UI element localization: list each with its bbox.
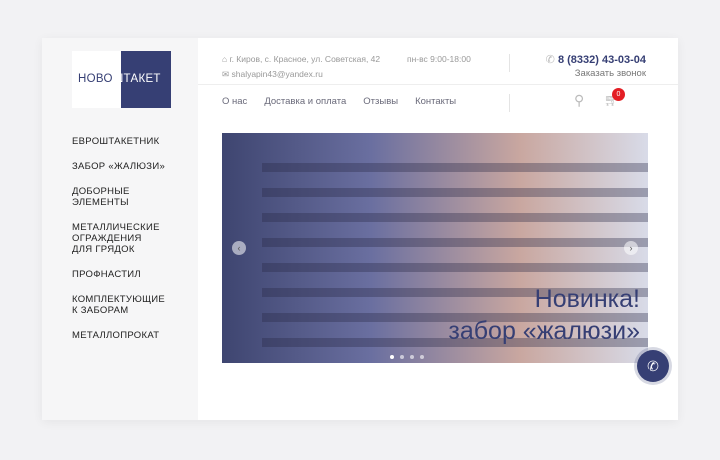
- next-arrow-icon[interactable]: ›: [624, 241, 638, 255]
- divider: [198, 84, 678, 85]
- slide-caption: Новинка! забор «жалюзи»: [448, 283, 640, 347]
- location-icon: ⌂: [222, 54, 230, 64]
- nav-reviews[interactable]: Отзывы: [363, 96, 398, 107]
- divider: [509, 94, 510, 112]
- menu-item[interactable]: Евроштакетник: [72, 136, 182, 147]
- slide-dot[interactable]: [420, 355, 424, 359]
- logo-text-2: ШТАКЕТ: [112, 73, 161, 85]
- menu-item[interactable]: Профнастил: [72, 269, 182, 280]
- menu-item[interactable]: Доборные элементы: [72, 186, 142, 208]
- nav-contacts[interactable]: Контакты: [415, 96, 456, 107]
- top-nav: О нас Доставка и оплата Отзывы Контакты: [222, 96, 473, 107]
- slide-dot[interactable]: [390, 355, 394, 359]
- address-text: г. Киров, с. Красное, ул. Советская, 42: [229, 54, 381, 64]
- callback-phone-button[interactable]: ✆: [637, 350, 669, 382]
- menu-item[interactable]: Металлопрокат: [72, 330, 182, 341]
- email-text[interactable]: shalyapin43@yandex.ru: [231, 69, 322, 79]
- category-menu: Евроштакетник Забор «жалюзи» Доборные эл…: [72, 136, 182, 355]
- menu-item[interactable]: Металлические ограждения для грядок: [72, 222, 162, 255]
- cart-count-badge: 0: [612, 88, 625, 101]
- hours: пн-вс 9:00-18:00: [407, 54, 471, 64]
- slide-dot[interactable]: [410, 355, 414, 359]
- prev-arrow-icon[interactable]: ‹: [232, 241, 246, 255]
- caption-line-1: Новинка!: [534, 285, 640, 313]
- phone-icon: ✆: [647, 358, 659, 374]
- caption-line-2: забор «жалюзи»: [448, 317, 640, 345]
- page-card: НОВОШТАКЕТ Евроштакетник Забор «жалюзи» …: [42, 38, 678, 420]
- slider-dots: [390, 355, 424, 359]
- callback-link[interactable]: Заказать звонок: [575, 68, 646, 79]
- email[interactable]: ✉ shalyapin43@yandex.ru: [222, 69, 323, 80]
- address: ⌂ г. Киров, с. Красное, ул. Советская, 4…: [222, 54, 380, 64]
- logo[interactable]: НОВОШТАКЕТ: [72, 51, 171, 108]
- phone[interactable]: ✆ 8 (8332) 43-03-04: [546, 53, 646, 66]
- menu-item[interactable]: Забор «жалюзи»: [72, 161, 182, 172]
- menu-item[interactable]: Комплектующие к заборам: [72, 294, 172, 316]
- nav-delivery[interactable]: Доставка и оплата: [264, 96, 346, 107]
- sidebar: НОВОШТАКЕТ Евроштакетник Забор «жалюзи» …: [42, 38, 198, 420]
- hero-slider[interactable]: Новинка! забор «жалюзи» ‹ ›: [222, 133, 648, 363]
- phone-icon: ✆: [545, 54, 558, 66]
- slide-dot[interactable]: [400, 355, 404, 359]
- divider: [509, 54, 510, 72]
- logo-text-1: НОВО: [78, 73, 113, 85]
- nav-about[interactable]: О нас: [222, 96, 247, 107]
- search-icon[interactable]: ⚲: [574, 92, 584, 109]
- phone-text[interactable]: 8 (8332) 43-03-04: [558, 54, 646, 66]
